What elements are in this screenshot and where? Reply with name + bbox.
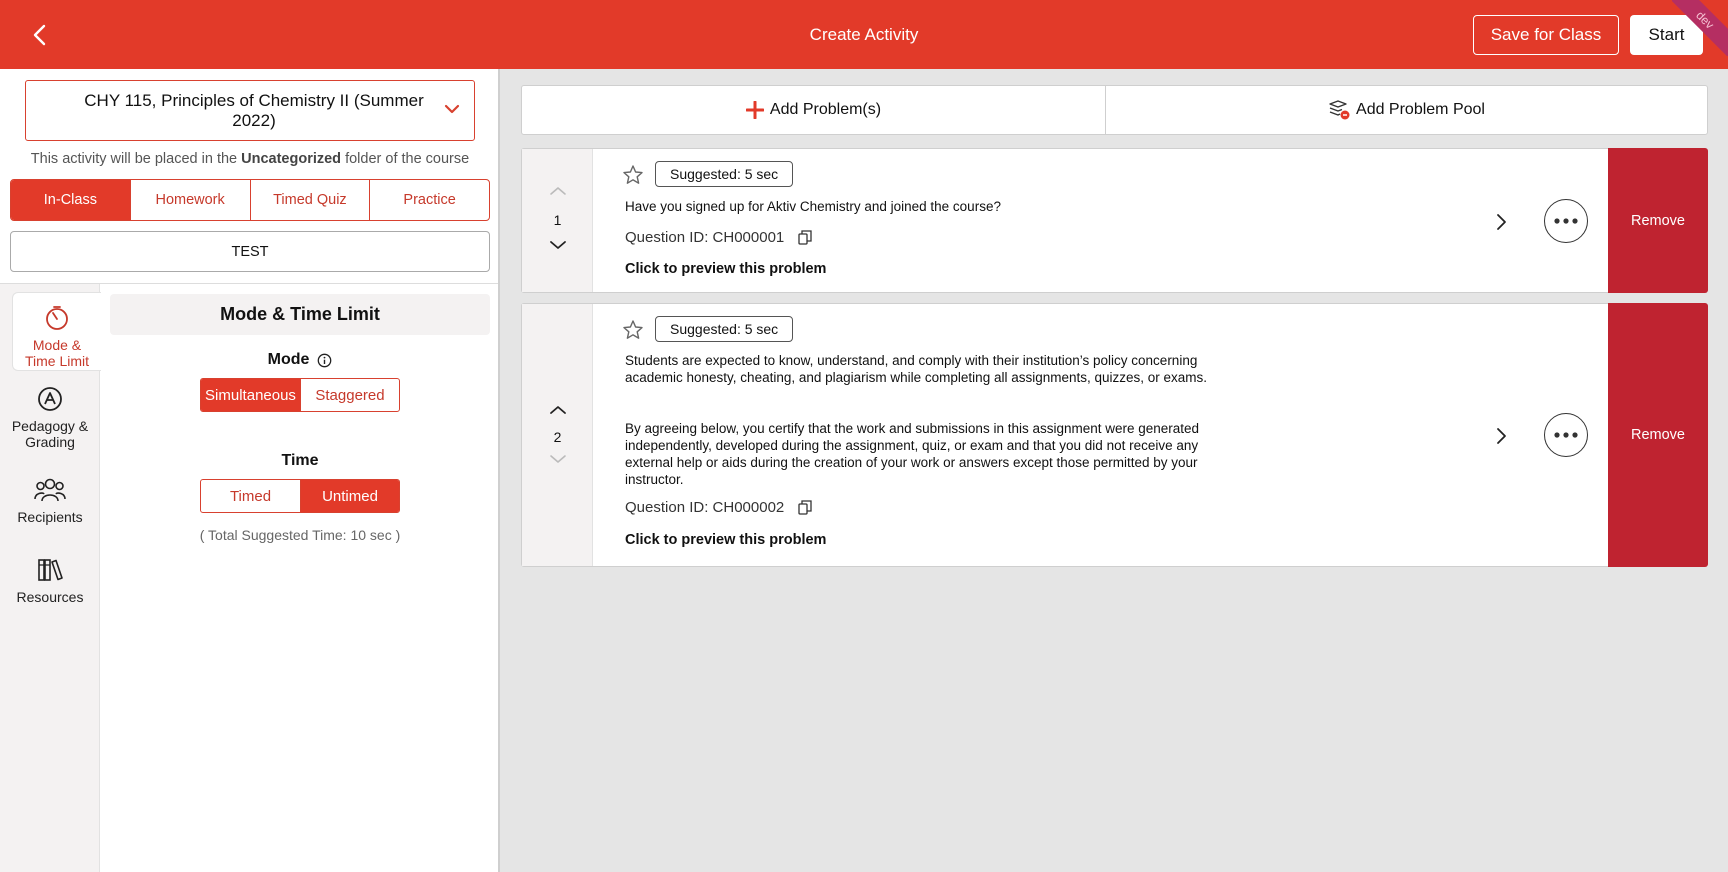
stopwatch-icon	[43, 303, 71, 333]
section-title: Mode & Time Limit	[110, 294, 490, 335]
mode-option-staggered[interactable]: Staggered	[300, 379, 399, 411]
preview-problem-link[interactable]: Click to preview this problem	[625, 532, 826, 548]
move-down-button[interactable]	[546, 236, 570, 254]
sidebar-item-resources[interactable]: Resources	[0, 555, 100, 605]
chevron-up-icon	[550, 187, 566, 195]
dev-ribbon: dev	[1672, 0, 1728, 56]
chevron-left-icon	[33, 24, 46, 46]
course-select-value: CHY 115, Principles of Chemistry II (Sum…	[84, 90, 424, 130]
total-suggested-time: ( Total Suggested Time: 10 sec )	[199, 527, 401, 543]
add-toolbar: Add Problem(s) Add Problem Pool	[521, 85, 1708, 135]
add-problem-pool-button[interactable]: Add Problem Pool	[1106, 86, 1707, 134]
activity-type-tabs: In-Class Homework Timed Quiz Practice	[10, 179, 490, 221]
course-select[interactable]: CHY 115, Principles of Chemistry II (Sum…	[25, 80, 475, 141]
more-options-button[interactable]	[1544, 413, 1588, 457]
remove-button[interactable]: Remove	[1608, 303, 1708, 567]
move-up-button[interactable]	[546, 182, 570, 200]
problem-text: Students are expected to know, understan…	[625, 353, 1208, 385]
pedagogy-icon	[36, 384, 64, 414]
activity-name-input[interactable]	[10, 231, 490, 272]
problem-pool-icon	[1329, 100, 1350, 120]
problem-number: 1	[553, 212, 562, 228]
star-icon[interactable]	[622, 319, 644, 341]
problems-panel: Add Problem(s) Add Problem Pool 1 Sugges…	[502, 69, 1728, 872]
tab-practice[interactable]: Practice	[370, 180, 489, 220]
chevron-down-icon	[550, 241, 566, 249]
plus-icon	[745, 101, 764, 119]
placement-note: This activity will be placed in the Unca…	[30, 151, 470, 167]
people-icon	[34, 475, 66, 505]
move-up-button[interactable]	[546, 401, 570, 419]
app-header: Create Activity Save for Class Start dev	[0, 0, 1728, 69]
books-icon	[36, 555, 64, 585]
sidebar-item-recipients[interactable]: Recipients	[0, 475, 100, 525]
problem-text: Have you signed up for Aktiv Chemistry a…	[625, 199, 1001, 214]
page-title: Create Activity	[809, 25, 919, 44]
star-icon[interactable]	[622, 164, 644, 186]
question-id: Question ID: CH000002	[625, 499, 812, 516]
tab-in-class[interactable]: In-Class	[11, 180, 131, 220]
suggested-time-badge: Suggested: 5 sec	[655, 161, 794, 187]
problem-order-controls: 2	[522, 304, 593, 566]
tab-homework[interactable]: Homework	[131, 180, 251, 220]
copy-icon[interactable]	[798, 230, 812, 245]
info-icon[interactable]	[317, 353, 332, 368]
back-button[interactable]	[22, 18, 56, 52]
problem-text-paragraph-2: By agreeing below, you certify that the …	[625, 421, 1200, 487]
problem-number: 2	[553, 429, 562, 445]
chevron-up-icon	[550, 406, 566, 414]
chevron-down-icon	[444, 104, 460, 114]
sidebar-item-pedagogy-grading[interactable]: Pedagogy & Grading	[0, 384, 100, 450]
problem-order-controls: 1	[522, 149, 593, 292]
time-option-timed[interactable]: Timed	[201, 480, 300, 512]
time-toggle-wrap: Timed Untimed	[110, 479, 490, 513]
sidebar-item-mode-time-limit[interactable]: Mode & Time Limit	[12, 292, 101, 371]
problem-card: 2 Suggested: 5 sec Students are expected…	[521, 303, 1708, 567]
time-heading: Time	[281, 452, 319, 469]
save-for-class-button[interactable]: Save for Class	[1473, 15, 1619, 55]
chevron-right-icon[interactable]	[1495, 427, 1507, 445]
settings-side-nav: Mode & Time Limit Pedagogy & Grading Rec…	[0, 284, 101, 872]
move-down-button[interactable]	[546, 450, 570, 468]
mode-option-simultaneous[interactable]: Simultaneous	[201, 379, 300, 411]
preview-problem-link[interactable]: Click to preview this problem	[625, 261, 826, 277]
chevron-right-icon[interactable]	[1495, 213, 1507, 231]
more-options-button[interactable]	[1544, 199, 1588, 243]
time-option-untimed[interactable]: Untimed	[300, 480, 399, 512]
problem-card: 1 Suggested: 5 sec Have you signed up fo…	[521, 148, 1708, 293]
dev-ribbon-label: dev	[1672, 0, 1728, 56]
time-toggle: Timed Untimed	[200, 479, 400, 513]
mode-toggle: Simultaneous Staggered	[200, 378, 400, 412]
remove-button[interactable]: Remove	[1608, 148, 1708, 293]
more-icon	[1554, 432, 1578, 438]
more-icon	[1554, 218, 1578, 224]
suggested-time-badge: Suggested: 5 sec	[655, 316, 794, 342]
chevron-down-icon	[550, 455, 566, 463]
activity-settings-panel: CHY 115, Principles of Chemistry II (Sum…	[0, 69, 500, 872]
mode-toggle-wrap: Simultaneous Staggered	[110, 378, 490, 412]
tab-timed-quiz[interactable]: Timed Quiz	[251, 180, 371, 220]
placement-folder: Uncategorized	[241, 151, 342, 167]
mode-heading: Mode	[110, 351, 490, 369]
question-id: Question ID: CH000001	[625, 229, 812, 246]
mode-time-limit-section: Mode & Time Limit Mode Simultaneous Stag…	[110, 294, 490, 543]
add-problems-button[interactable]: Add Problem(s)	[522, 86, 1106, 134]
copy-icon[interactable]	[798, 500, 812, 515]
